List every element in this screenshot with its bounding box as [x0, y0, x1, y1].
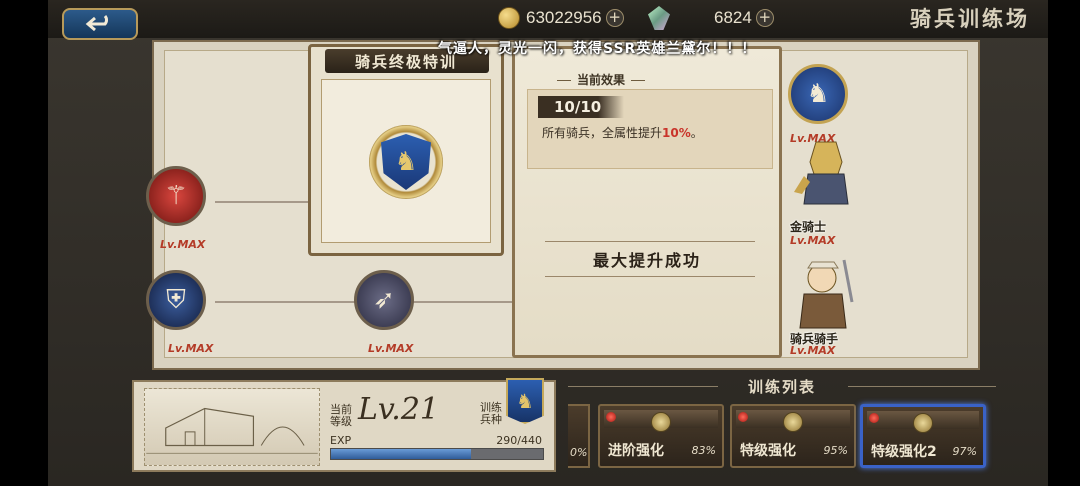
tree-connector: [215, 201, 315, 203]
coin-value: 63022956: [526, 8, 602, 27]
training-percent: 97%: [952, 445, 977, 458]
skill-node-cavalry[interactable]: ♞: [788, 64, 848, 124]
skill-level: Lv.MAX: [368, 342, 414, 355]
stable-illustration: [144, 388, 320, 466]
top-bar: 63022956 + 6824 + 骑兵训练场: [48, 0, 1048, 40]
hero-gold-knight[interactable]: [786, 132, 866, 212]
alert-dot-icon: [869, 413, 879, 423]
stable-sketch: [146, 407, 318, 454]
training-name: 特级强化: [740, 443, 796, 459]
list-rule-right: [848, 386, 996, 387]
add-gems-button[interactable]: +: [755, 9, 774, 27]
effect-box: 10/10 所有骑兵，全属性提升10%。: [527, 89, 773, 169]
cavalry-type-icon: ♞: [506, 378, 544, 424]
training-card[interactable]: 进阶强化 83%: [598, 404, 724, 468]
current-level: Lv.21: [358, 392, 440, 427]
effect-description: 所有骑兵，全属性提升10%。: [542, 124, 703, 141]
skill-level: Lv.MAX: [790, 344, 836, 357]
training-name: 特级强化2: [871, 444, 937, 460]
horse-icon: ♞: [381, 134, 431, 190]
add-coins-button[interactable]: +: [605, 9, 624, 27]
training-percent: 83%: [691, 444, 716, 457]
training-card-selected[interactable]: 特级强化2 97%: [860, 404, 986, 468]
card-header: [604, 410, 718, 432]
horse-shield-icon: ♞: [369, 125, 443, 199]
effect-desc-text: 所有骑兵，全属性提升: [542, 126, 663, 140]
current-level-label: 当前 等级: [330, 403, 352, 428]
effect-desc-suffix: 。: [690, 126, 703, 140]
skill-node-trident[interactable]: ⚚: [146, 166, 206, 226]
skill-level: Lv.MAX: [790, 234, 836, 247]
rider-portrait: [799, 259, 854, 329]
exp-bar: [330, 448, 544, 460]
hero-rider[interactable]: [786, 254, 866, 334]
trident-icon: ⚚: [164, 181, 188, 211]
charge-icon: ➶: [373, 285, 395, 315]
card-header: [867, 411, 979, 433]
alert-dot-icon: [738, 412, 748, 422]
skill-level: Lv.MAX: [168, 342, 214, 355]
gem-counter: 6824 +: [648, 6, 774, 30]
game-screen: 63022956 + 6824 + 骑兵训练场 ⚚ Lv.MAX ⛨ Lv.MA…: [48, 0, 1048, 486]
effect-label: 当前效果: [551, 71, 651, 88]
effect-desc-percent: 10%: [662, 126, 691, 140]
skill-node-shield[interactable]: ⛨: [146, 270, 206, 330]
coin-icon: [498, 7, 520, 29]
effect-panel: 当前效果 10/10 所有骑兵，全属性提升10%。 最大提升成功: [512, 46, 782, 358]
gem-value: 6824: [714, 8, 752, 27]
gem-icon: [648, 6, 670, 30]
medal-icon: [783, 412, 803, 432]
exp-bar-fill: [331, 449, 471, 459]
skill-node-charge[interactable]: ➶: [354, 270, 414, 330]
card-header: [736, 410, 850, 432]
horse-icon: ♞: [806, 79, 830, 109]
training-name: 进阶强化: [608, 443, 664, 459]
hero-name: 金骑士: [790, 220, 827, 234]
alert-dot-icon: [606, 412, 616, 422]
page-title: 骑兵训练场: [910, 6, 1030, 31]
exp-label: EXP: [330, 434, 352, 447]
training-percent: 95%: [823, 444, 848, 457]
medal-icon: [651, 412, 671, 432]
gold-knight-portrait: [794, 141, 849, 205]
training-card-partial-percent: 0%: [570, 446, 588, 459]
skill-level: Lv.MAX: [160, 238, 206, 251]
coin-counter: 63022956 +: [498, 6, 624, 30]
effect-level: 10/10: [538, 96, 624, 118]
scrolling-notice: 气逼人，灵光一闪，获得SSR英雄兰黛尔！！！: [438, 41, 757, 57]
upgrade-success-text: 最大提升成功: [592, 251, 701, 270]
unit-type-label: 训练 兵种: [480, 401, 502, 426]
medal-icon: [913, 413, 933, 433]
skill-card: 骑兵终极特训 ♞: [308, 44, 504, 256]
training-card[interactable]: 特级强化 95%: [730, 404, 856, 468]
exp-value: 290/440: [496, 434, 542, 447]
back-arrow-icon: [85, 15, 108, 32]
shield-icon: ⛨: [166, 284, 186, 315]
level-info-panel: 当前 等级 Lv.21 训练 兵种 ♞ EXP 290/440: [132, 378, 556, 472]
back-button[interactable]: [62, 8, 138, 40]
